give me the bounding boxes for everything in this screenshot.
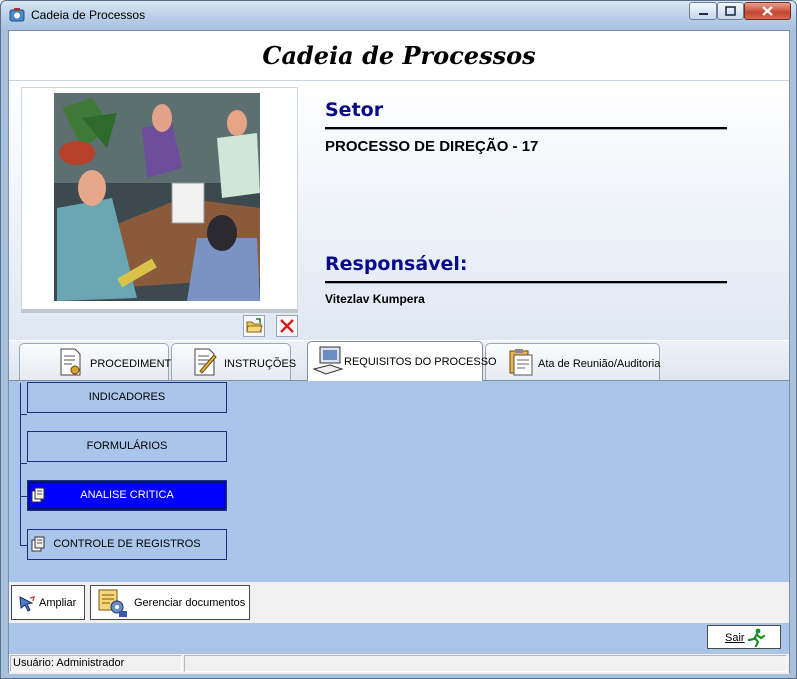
responsavel-value: Vitezlav Kumpera	[325, 292, 425, 306]
app-icon	[9, 8, 25, 22]
info-section: Setor PROCESSO DE DIREÇÃO - 17 Responsáv…	[9, 81, 789, 340]
tab-label: INSTRUÇÕES	[224, 358, 297, 370]
folder-open-icon	[246, 318, 263, 333]
exit-running-man-icon	[747, 628, 766, 647]
setor-value: PROCESSO DE DIREÇÃO - 17	[325, 138, 539, 155]
window-title: Cadeia de Processos	[31, 8, 146, 22]
document-stack-icon	[31, 536, 45, 552]
tree-node-analise-critica[interactable]: ANALISE CRITICA	[27, 480, 227, 511]
close-button[interactable]	[744, 2, 791, 20]
page-title: Cadeia de Processos	[262, 41, 536, 70]
tree-node-formularios[interactable]: FORMULÁRIOS	[27, 431, 227, 462]
process-photo	[21, 87, 298, 311]
maximize-button[interactable]	[717, 2, 744, 20]
app-window: Cadeia de Processos Cadeia de Processos	[0, 0, 797, 679]
node-label: INDICADORES	[88, 391, 166, 403]
computer-icon	[312, 346, 344, 375]
responsavel-label: Responsável:	[325, 253, 468, 275]
client-area: Cadeia de Processos Setor PROCESSO DE DI…	[8, 30, 790, 674]
sair-label: Sair	[725, 632, 745, 644]
tab-procedimentos[interactable]: PROCEDIMENTOS	[19, 343, 187, 380]
open-image-button[interactable]	[243, 315, 265, 337]
zoom-pointer-icon	[19, 596, 35, 612]
status-bar: Usuário: Administrador	[9, 653, 789, 674]
tab-instrucoes[interactable]: INSTRUÇÕES	[171, 343, 296, 380]
tree-node-controle-de-registros[interactable]: CONTROLE DE REGISTROS	[27, 529, 227, 560]
clipboard-icon	[509, 349, 533, 376]
tab-strip: PROCEDIMENTOS INSTRUÇÕES REQUISITOS DO P…	[9, 341, 789, 381]
minimize-icon	[699, 13, 708, 15]
delete-x-icon	[280, 319, 294, 333]
tree-connector	[20, 383, 21, 545]
tab-requisitos-do-processo[interactable]: REQUISITOS DO PROCESSO	[307, 341, 497, 381]
sair-button[interactable]: Sair	[707, 625, 781, 649]
node-label: CONTROLE DE REGISTROS	[53, 538, 201, 550]
minimize-button[interactable]	[689, 2, 717, 20]
tab-ata-de-reuniao-auditoria[interactable]: Ata de Reunião/Auditoria	[485, 343, 660, 380]
document-gear-icon	[60, 348, 81, 376]
close-icon	[762, 6, 773, 16]
ampliar-label: Ampliar	[39, 597, 77, 609]
status-user: Usuário: Administrador	[10, 655, 182, 672]
tree-connector	[20, 545, 27, 546]
requisitos-panel: INDICADORES FORMULÁRIOS ANALISE CRITICA	[9, 380, 789, 582]
setor-divider	[325, 127, 727, 130]
tree-node-indicadores[interactable]: INDICADORES	[27, 382, 227, 413]
bottom-bar: Sair	[9, 623, 789, 653]
responsavel-divider	[325, 281, 727, 284]
header: Cadeia de Processos	[9, 31, 789, 81]
photo-shadow	[21, 309, 298, 313]
tab-label: Ata de Reunião/Auditoria	[538, 358, 661, 370]
node-label: ANALISE CRITICA	[80, 489, 174, 501]
document-pencil-icon	[194, 348, 217, 376]
setor-label: Setor	[325, 99, 384, 121]
tab-label: REQUISITOS DO PROCESSO	[344, 356, 497, 368]
node-label: FORMULÁRIOS	[86, 440, 168, 452]
tree-connector	[20, 414, 27, 415]
remove-image-button[interactable]	[276, 315, 298, 337]
title-bar[interactable]: Cadeia de Processos	[1, 1, 796, 30]
tree-connector	[20, 496, 27, 497]
action-toolbar: Ampliar Gerenciar documentos	[9, 582, 789, 623]
documents-gear-icon	[98, 589, 127, 617]
gerenciar-documentos-button[interactable]: Gerenciar documentos	[90, 585, 250, 620]
maximize-icon	[725, 6, 736, 16]
tree-connector	[20, 463, 27, 464]
ampliar-button[interactable]: Ampliar	[11, 585, 85, 620]
status-empty	[184, 655, 787, 672]
meeting-illustration	[54, 93, 260, 301]
document-stack-icon	[31, 487, 45, 503]
gerenciar-label: Gerenciar documentos	[134, 597, 246, 609]
